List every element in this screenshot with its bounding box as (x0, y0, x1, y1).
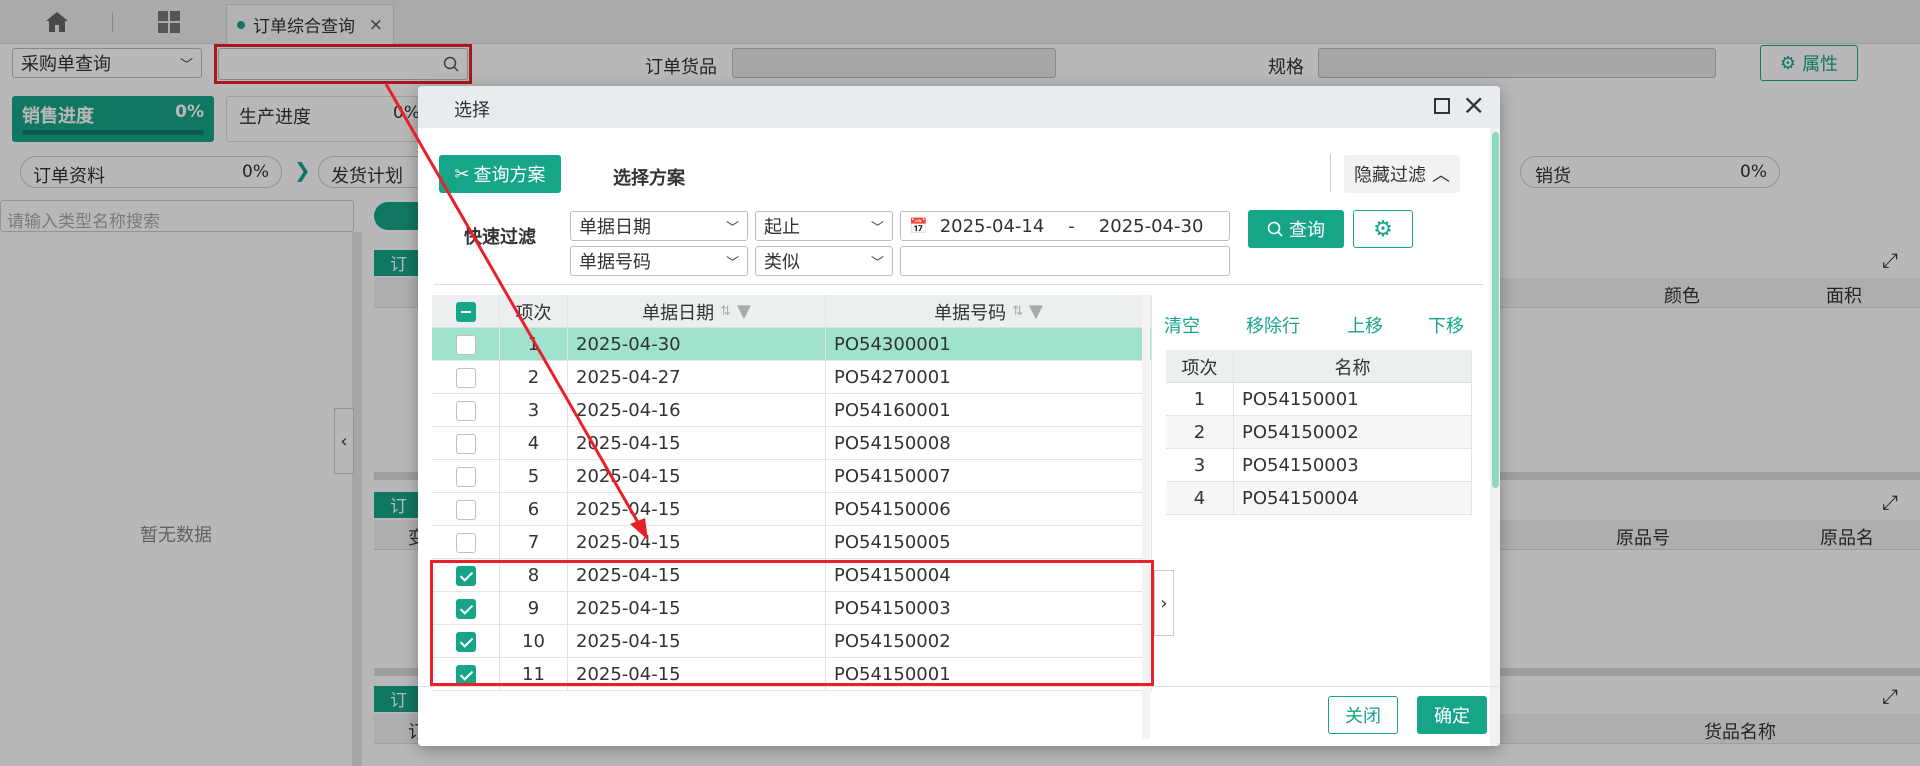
arrow-head-icon (630, 518, 648, 540)
annotation-arrow (384, 83, 648, 540)
